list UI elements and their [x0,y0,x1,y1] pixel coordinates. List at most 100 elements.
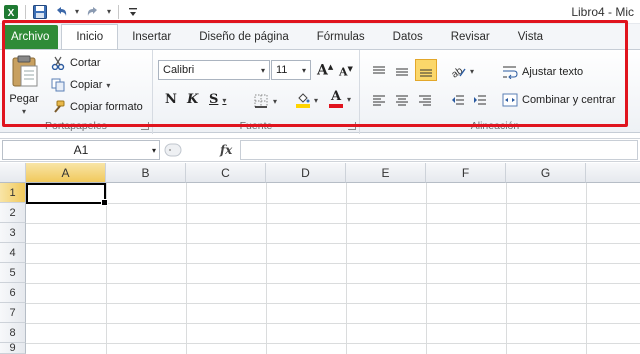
formula-input[interactable] [240,140,638,160]
tab-formulas[interactable]: Fórmulas [303,25,379,49]
paste-label: Pegar [9,93,39,105]
font-color-dropdown-icon[interactable]: ▾ [347,95,351,104]
fill-color-button[interactable]: ▾ [296,92,318,108]
undo-dropdown-icon[interactable]: ▾ [73,3,81,21]
orientation-dropdown-icon[interactable]: ▾ [470,67,474,76]
gridline [186,183,187,354]
format-painter-button[interactable]: Copiar formato [50,99,143,115]
gridline [26,243,640,244]
underline-button[interactable]: S ▾ [209,92,226,107]
row-header-2[interactable]: 2 [0,203,26,223]
title-bar: X ▾ ▾ Libro4 - Mic [0,0,640,24]
select-all-corner[interactable] [0,163,26,183]
scissors-icon [50,55,66,71]
column-header-a[interactable]: A [26,163,106,183]
cut-button[interactable]: Cortar [50,55,101,71]
borders-icon [253,93,269,109]
undo-icon[interactable] [52,3,70,21]
row-header-6[interactable]: 6 [0,283,26,303]
orientation-button[interactable]: ab ▾ [450,63,474,79]
align-middle-button[interactable] [394,63,410,79]
font-launcher-icon[interactable] [348,122,356,130]
italic-button[interactable]: K [187,92,198,107]
column-header-c[interactable]: C [186,163,266,183]
column-header-f[interactable]: F [426,163,506,183]
customize-qat-icon[interactable] [124,3,142,21]
font-name-combo[interactable]: Calibri ▾ [158,60,270,80]
gridline [346,183,347,354]
font-name-dropdown-icon[interactable]: ▾ [257,61,269,79]
merge-center-button[interactable]: Combinar y centrar [502,92,616,108]
tab-diseno-de-pagina[interactable]: Diseño de página [185,25,303,49]
fill-color-dropdown-icon[interactable]: ▾ [314,96,318,105]
tab-inicio[interactable]: Inicio [61,24,119,49]
quick-access-toolbar: X ▾ ▾ [0,0,142,24]
redo-dropdown-icon[interactable]: ▾ [105,3,113,21]
clipboard-group-label: Portapapeles [45,120,107,132]
redo-icon[interactable] [84,3,102,21]
increase-indent-button[interactable] [472,92,488,108]
tab-datos[interactable]: Datos [379,25,437,49]
align-left-button[interactable] [371,92,387,108]
orientation-icon: ab [450,63,466,79]
align-top-button[interactable] [371,63,387,79]
save-icon[interactable] [31,3,49,21]
italic-label: K [187,92,199,107]
borders-button[interactable]: ▾ [253,93,277,109]
underline-dropdown-icon[interactable]: ▾ [222,95,226,105]
decrease-indent-button[interactable] [450,92,466,108]
excel-icon[interactable]: X [2,3,20,21]
paste-button[interactable]: Pegar ▾ [6,54,42,116]
column-header-partial[interactable] [586,163,640,183]
row-header-8[interactable]: 8 [0,323,26,343]
shrink-font-button[interactable]: A▼ [339,64,353,79]
font-size-dropdown-icon[interactable]: ▾ [298,61,310,79]
row-header-4[interactable]: 4 [0,243,26,263]
bold-label: N [165,92,177,107]
row-header-9[interactable]: 9 [0,342,26,354]
bold-button[interactable]: N [165,92,177,107]
formula-bar-controls: fx [160,140,240,160]
formula-bar-handle-icon[interactable] [164,142,182,158]
row-header-3[interactable]: 3 [0,223,26,243]
column-header-b[interactable]: B [106,163,186,183]
align-center-icon [394,92,410,108]
font-size-value: 11 [276,64,288,76]
copy-icon [50,77,66,93]
align-right-button[interactable] [417,92,433,108]
column-header-g[interactable]: G [506,163,586,183]
wrap-text-button[interactable]: Ajustar texto [502,64,583,80]
paste-dropdown-icon[interactable]: ▾ [22,107,26,116]
gridline [26,303,640,304]
column-header-d[interactable]: D [266,163,346,183]
row-header-5[interactable]: 5 [0,263,26,283]
gridline [26,323,640,324]
paste-icon [9,54,39,91]
copy-button[interactable]: Copiar ▾ [50,77,110,93]
active-cell-a1[interactable] [26,183,108,206]
name-box[interactable]: A1 ▾ [2,140,160,160]
clipboard-launcher-icon[interactable] [141,122,149,130]
tab-insertar[interactable]: Insertar [118,25,185,49]
row-header-7[interactable]: 7 [0,303,26,323]
copy-dropdown-icon[interactable]: ▾ [106,81,110,90]
grow-font-button[interactable]: A▲ [317,62,333,79]
align-center-button[interactable] [394,92,410,108]
font-name-value: Calibri [163,64,195,76]
gridline [586,183,587,354]
tab-archivo[interactable]: Archivo [2,25,59,49]
sheet-grid[interactable]: A B C D E F G 1 2 3 4 5 6 7 8 9 [0,163,640,354]
qat-separator [25,4,26,19]
column-header-e[interactable]: E [346,163,426,183]
tab-vista[interactable]: Vista [504,25,557,49]
font-color-button[interactable]: A ▾ [329,90,351,108]
name-box-dropdown-icon[interactable]: ▾ [152,146,156,155]
insert-function-button[interactable]: fx [220,143,232,157]
align-bottom-button[interactable] [415,59,437,81]
font-size-combo[interactable]: 11 ▾ [271,60,311,80]
row-header-1[interactable]: 1 [0,183,26,203]
gridline [26,283,640,284]
borders-dropdown-icon[interactable]: ▾ [273,97,277,106]
tab-revisar[interactable]: Revisar [437,25,504,49]
formula-bar: A1 ▾ fx [0,138,640,162]
